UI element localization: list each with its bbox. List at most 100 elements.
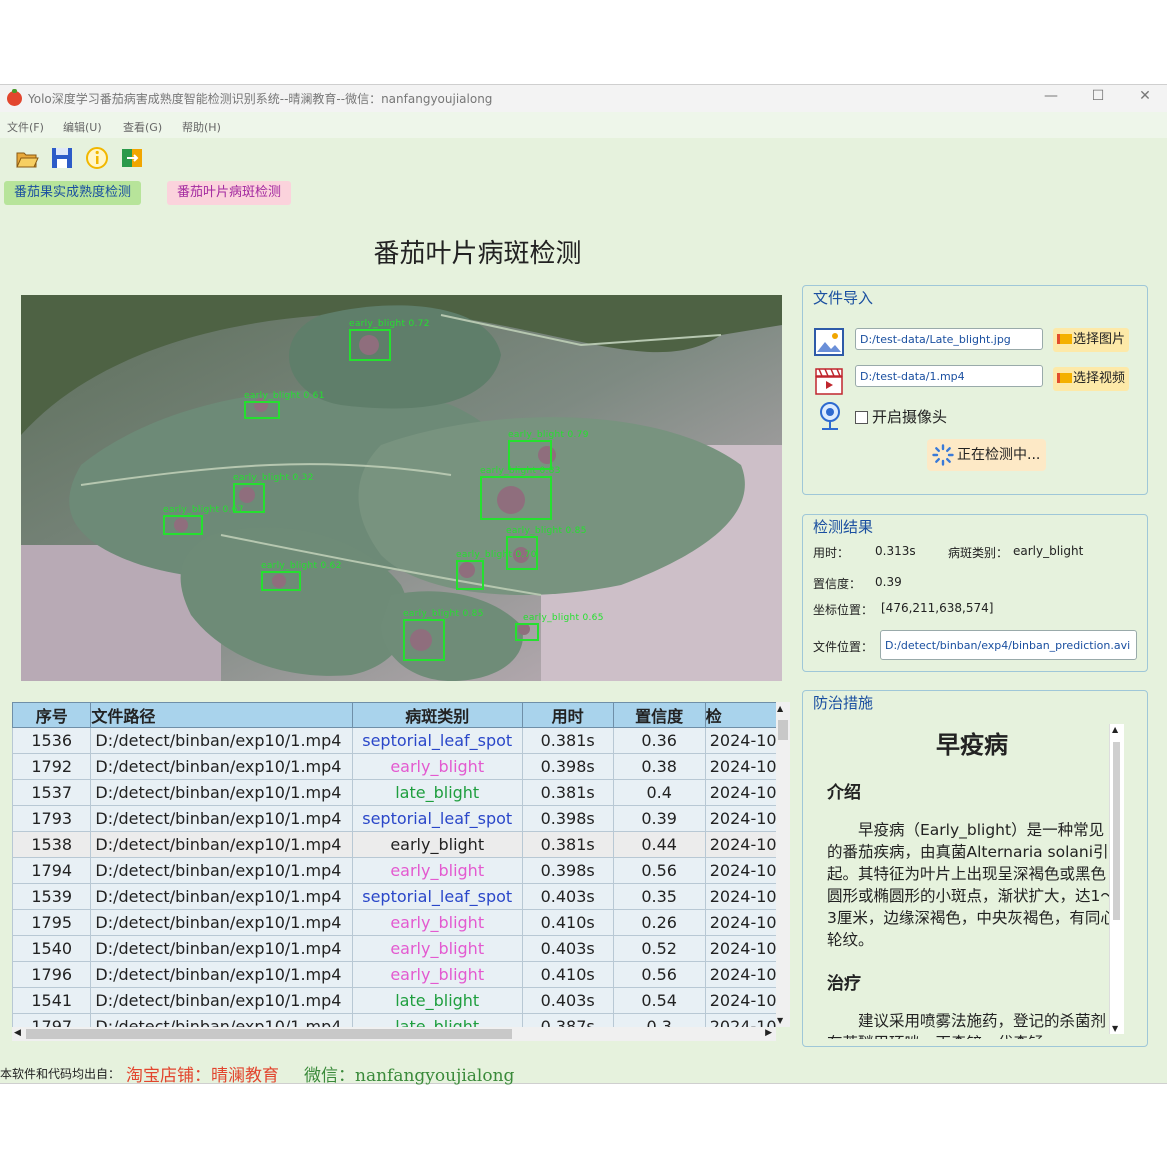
table-horizontal-scrollbar[interactable]: ◀ ▶ — [12, 1027, 776, 1041]
cell-class[interactable]: late_blight — [351, 1013, 523, 1027]
scroll-down-arrow[interactable]: ▼ — [1112, 1024, 1118, 1033]
file-location-input[interactable]: D:/detect/binban/exp4/binban_prediction.… — [880, 630, 1137, 660]
cell-time[interactable]: 0.403s — [521, 987, 614, 1014]
cell-path[interactable]: D:/detect/binban/exp10/1.mp4 — [90, 831, 353, 858]
cell-class[interactable]: early_blight — [351, 857, 523, 884]
cell-time[interactable]: 0.410s — [521, 909, 614, 936]
menu-edit[interactable]: 编辑(U) — [63, 119, 102, 135]
image-path-input[interactable]: D:/test-data/Late_blight.jpg — [855, 328, 1043, 350]
cell-path[interactable]: D:/detect/binban/exp10/1.mp4 — [90, 727, 353, 754]
cell-confidence[interactable]: 0.56 — [612, 961, 706, 988]
table-row[interactable]: 1540 D:/detect/binban/exp10/1.mp4 early_bl… — [12, 935, 788, 962]
cell-index[interactable]: 1539 — [12, 883, 92, 910]
menu-view[interactable]: 查看(G) — [123, 119, 162, 135]
cell-class[interactable]: septorial_leaf_spot — [351, 883, 523, 910]
video-path-input[interactable]: D:/test-data/1.mp4 — [855, 365, 1043, 387]
header-index[interactable]: 序号 — [12, 702, 92, 728]
menu-help[interactable]: 帮助(H) — [182, 119, 221, 135]
cell-confidence[interactable]: 0.36 — [612, 727, 706, 754]
cell-index[interactable]: 1797 — [12, 1013, 92, 1027]
exit-icon[interactable] — [119, 145, 145, 171]
cell-index[interactable]: 1540 — [12, 935, 92, 962]
cell-confidence[interactable]: 0.52 — [612, 935, 706, 962]
open-folder-icon[interactable] — [14, 145, 40, 171]
cell-index[interactable]: 1537 — [12, 779, 92, 806]
cell-class[interactable]: early_blight — [351, 909, 523, 936]
cell-index[interactable]: 1794 — [12, 857, 92, 884]
cell-index[interactable]: 1793 — [12, 805, 92, 832]
scroll-right-arrow[interactable]: ▶ — [765, 1028, 772, 1038]
select-video-button[interactable]: 选择视频 — [1053, 367, 1130, 391]
table-row[interactable]: 1536 D:/detect/binban/exp10/1.mp4 septoria… — [12, 727, 788, 754]
cell-path[interactable]: D:/detect/binban/exp10/1.mp4 — [90, 987, 353, 1014]
cell-path[interactable]: D:/detect/binban/exp10/1.mp4 — [90, 857, 353, 884]
scroll-thumb[interactable] — [26, 1029, 512, 1039]
cell-index[interactable]: 1792 — [12, 753, 92, 780]
table-row[interactable]: 1539 D:/detect/binban/exp10/1.mp4 septoria… — [12, 883, 788, 910]
cell-path[interactable]: D:/detect/binban/exp10/1.mp4 — [90, 935, 353, 962]
cell-class[interactable]: early_blight — [351, 753, 523, 780]
table-row[interactable]: 1792 D:/detect/binban/exp10/1.mp4 early_bl… — [12, 753, 788, 780]
cell-time[interactable]: 0.403s — [521, 883, 614, 910]
cell-confidence[interactable]: 0.35 — [612, 883, 706, 910]
save-icon[interactable] — [49, 145, 75, 171]
table-row[interactable]: 1797 D:/detect/binban/exp10/1.mp4 late_bli… — [12, 1013, 788, 1027]
cell-confidence[interactable]: 0.4 — [612, 779, 706, 806]
cell-class[interactable]: early_blight — [351, 831, 523, 858]
cell-class[interactable]: early_blight — [351, 961, 523, 988]
tab-leaf-disease[interactable]: 番茄叶片病斑检测 — [167, 181, 292, 205]
cell-time[interactable]: 0.381s — [521, 779, 614, 806]
cell-confidence[interactable]: 0.56 — [612, 857, 706, 884]
cell-time[interactable]: 0.410s — [521, 961, 614, 988]
scroll-up-arrow[interactable]: ▲ — [1112, 725, 1118, 734]
cell-confidence[interactable]: 0.44 — [612, 831, 706, 858]
header-time[interactable]: 用时 — [521, 702, 614, 728]
cell-class[interactable]: early_blight — [351, 935, 523, 962]
scroll-up-arrow[interactable]: ▲ — [777, 704, 783, 713]
cell-path[interactable]: D:/detect/binban/exp10/1.mp4 — [90, 805, 353, 832]
table-row[interactable]: 1794 D:/detect/binban/exp10/1.mp4 early_bl… — [12, 857, 788, 884]
cell-class[interactable]: late_blight — [351, 987, 523, 1014]
table-row[interactable]: 1538 D:/detect/binban/exp10/1.mp4 early_bl… — [12, 831, 788, 858]
maximize-button[interactable]: ☐ — [1083, 88, 1113, 104]
cell-path[interactable]: D:/detect/binban/exp10/1.mp4 — [90, 909, 353, 936]
header-path[interactable]: 文件路径 — [90, 702, 353, 728]
tab-fruit-ripeness[interactable]: 番茄果实成熟度检测 — [4, 181, 142, 205]
cell-path[interactable]: D:/detect/binban/exp10/1.mp4 — [90, 1013, 353, 1027]
cell-time[interactable]: 0.381s — [521, 727, 614, 754]
cell-time[interactable]: 0.398s — [521, 805, 614, 832]
minimize-button[interactable]: — — [1036, 88, 1066, 104]
cell-path[interactable]: D:/detect/binban/exp10/1.mp4 — [90, 961, 353, 988]
select-image-button[interactable]: 选择图片 — [1053, 328, 1130, 352]
camera-checkbox[interactable] — [855, 411, 868, 424]
cell-index[interactable]: 1536 — [12, 727, 92, 754]
cell-index[interactable]: 1541 — [12, 987, 92, 1014]
cell-index[interactable]: 1796 — [12, 961, 92, 988]
cell-confidence[interactable]: 0.3 — [612, 1013, 706, 1027]
table-vertical-scrollbar[interactable]: ▲ ▼ — [776, 702, 790, 1027]
cell-confidence[interactable]: 0.39 — [612, 805, 706, 832]
cell-path[interactable]: D:/detect/binban/exp10/1.mp4 — [90, 779, 353, 806]
table-row[interactable]: 1796 D:/detect/binban/exp10/1.mp4 early_bl… — [12, 961, 788, 988]
menu-file[interactable]: 文件(F) — [7, 119, 44, 135]
cell-confidence[interactable]: 0.38 — [612, 753, 706, 780]
cell-class[interactable]: septorial_leaf_spot — [351, 805, 523, 832]
detect-status-button[interactable]: 正在检测中... — [927, 439, 1047, 471]
cell-path[interactable]: D:/detect/binban/exp10/1.mp4 — [90, 883, 353, 910]
cell-path[interactable]: D:/detect/binban/exp10/1.mp4 — [90, 753, 353, 780]
camera-checkbox-row[interactable]: 开启摄像头 — [855, 406, 947, 427]
cell-confidence[interactable]: 0.54 — [612, 987, 706, 1014]
scroll-left-arrow[interactable]: ◀ — [14, 1028, 21, 1038]
cell-time[interactable]: 0.381s — [521, 831, 614, 858]
cell-time[interactable]: 0.387s — [521, 1013, 614, 1027]
scroll-down-arrow[interactable]: ▼ — [777, 1016, 783, 1025]
table-row[interactable]: 1793 D:/detect/binban/exp10/1.mp4 septoria… — [12, 805, 788, 832]
prevention-scrollbar[interactable]: ▲ ▼ — [1109, 724, 1124, 1034]
cell-time[interactable]: 0.403s — [521, 935, 614, 962]
cell-confidence[interactable]: 0.26 — [612, 909, 706, 936]
info-icon[interactable] — [84, 145, 110, 171]
cell-index[interactable]: 1538 — [12, 831, 92, 858]
table-row[interactable]: 1795 D:/detect/binban/exp10/1.mp4 early_bl… — [12, 909, 788, 936]
table-row[interactable]: 1541 D:/detect/binban/exp10/1.mp4 late_bli… — [12, 987, 788, 1014]
cell-time[interactable]: 0.398s — [521, 753, 614, 780]
